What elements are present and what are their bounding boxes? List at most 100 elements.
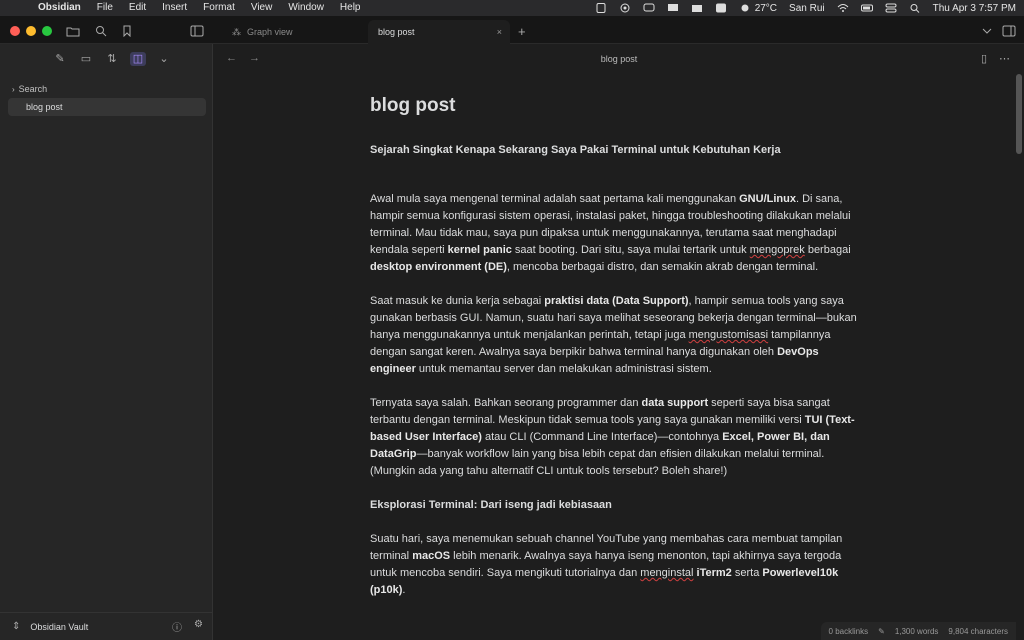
help-icon[interactable]: ⓘ <box>172 619 182 634</box>
misspelled-word: mengoprek <box>749 244 805 256</box>
bookmark-icon[interactable] <box>120 24 134 38</box>
menu-view[interactable]: View <box>243 0 281 16</box>
file-explorer-sidebar: ✎ ▭ ⇅ ◫ ⌄ › Search blog post ⇕ Obsidian … <box>0 44 213 640</box>
note-header-title[interactable]: blog post <box>214 54 1024 64</box>
sidebar-toolbar: ✎ ▭ ⇅ ◫ ⌄ <box>52 52 172 66</box>
app-menu[interactable]: Obsidian <box>30 0 89 16</box>
menu-edit[interactable]: Edit <box>121 0 154 16</box>
open-folder-icon[interactable] <box>66 24 80 37</box>
more-options-icon[interactable]: ⋯ <box>999 52 1010 65</box>
paragraph-3[interactable]: Ternyata saya salah. Bahkan seorang prog… <box>370 395 862 480</box>
tab-blog-post[interactable]: blog post × <box>368 20 510 44</box>
clock[interactable]: Thu Apr 3 7:57 PM <box>933 3 1016 14</box>
menubar-status-area: 27°C San Rui Thu Apr 3 7:57 PM <box>595 0 1016 16</box>
tab-label: Graph view <box>247 27 293 37</box>
note-title[interactable]: blog post <box>370 94 862 118</box>
macos-menubar: Obsidian File Edit Insert Format View Wi… <box>0 0 1024 16</box>
minimize-window-button[interactable] <box>26 26 36 36</box>
text-span: untuk memantau server dan melakukan admi… <box>415 363 712 375</box>
close-window-button[interactable] <box>10 26 20 36</box>
weather-icon[interactable] <box>739 3 751 13</box>
close-tab-icon[interactable]: × <box>497 27 502 37</box>
graph-icon: ⁂ <box>232 26 241 37</box>
bold-text: desktop environment (DE) <box>370 261 507 273</box>
note-subtitle[interactable]: Sejarah Singkat Kenapa Sekarang Saya Pak… <box>370 142 862 159</box>
misspelled-word: mengustomisasi <box>688 329 769 341</box>
paragraph-2[interactable]: Saat masuk ke dunia kerja sebagai prakti… <box>370 293 862 378</box>
tab-graph-view[interactable]: ⁂ Graph view <box>222 20 364 44</box>
menu-insert[interactable]: Insert <box>154 0 195 16</box>
new-note-icon[interactable]: ✎ <box>52 52 68 66</box>
tablet-icon[interactable] <box>595 3 607 13</box>
auto-reveal-icon[interactable]: ◫ <box>130 52 146 66</box>
bold-text: iTerm2 <box>696 567 732 579</box>
vault-switcher: ⇕ Obsidian Vault ⓘ ⚙ <box>0 612 213 640</box>
weather-temp[interactable]: 27°C <box>755 3 777 14</box>
backlinks-count[interactable]: 0 backlinks <box>829 627 869 636</box>
new-tab-button[interactable]: + <box>518 24 526 39</box>
tab-label: blog post <box>378 27 415 37</box>
paragraph-1[interactable]: Awal mula saya mengenal terminal adalah … <box>370 191 862 276</box>
menu-format[interactable]: Format <box>195 0 243 16</box>
control-center-icon[interactable] <box>885 3 897 13</box>
battery-icon[interactable] <box>860 3 873 13</box>
wifi-icon[interactable] <box>837 3 849 13</box>
bold-text: GNU/Linux <box>739 193 796 205</box>
menu-file[interactable]: File <box>89 0 121 16</box>
editor-header: ← → blog post ▯ ⋯ <box>214 44 1024 72</box>
sort-icon[interactable]: ⇅ <box>104 52 120 66</box>
spotlight-icon[interactable] <box>909 3 921 13</box>
vault-switch-icon[interactable]: ⇕ <box>12 621 20 632</box>
bold-text: praktisi data (Data Support) <box>544 295 689 307</box>
text-span: atau CLI (Command Line Interface)—contoh… <box>481 431 723 443</box>
bold-text: data support <box>641 397 709 409</box>
bold-text: macOS <box>412 550 451 562</box>
character-count: 9,804 characters <box>948 626 1008 636</box>
airdrop-icon[interactable] <box>619 3 631 13</box>
text-span: Saat masuk ke dunia kerja sebagai <box>370 295 545 307</box>
file-label: blog post <box>26 102 63 112</box>
settings-gear-icon[interactable]: ⚙ <box>194 619 203 634</box>
chevron-down-icon[interactable] <box>980 24 994 36</box>
file-tree: › Search blog post <box>8 80 206 116</box>
folder-label: Search <box>18 84 48 94</box>
display-icon[interactable] <box>667 3 679 13</box>
folder-icon[interactable] <box>691 3 703 13</box>
right-sidebar-toggle-icon[interactable] <box>1002 24 1016 37</box>
text-span: . <box>402 584 406 596</box>
folder-item[interactable]: › Search <box>8 80 206 98</box>
misspelled-word: menginstal <box>640 567 694 579</box>
search-icon[interactable] <box>94 24 108 37</box>
user-name[interactable]: San Rui <box>789 3 825 14</box>
menu-help[interactable]: Help <box>332 0 369 16</box>
text-span: Ternyata saya salah. Bahkan seorang prog… <box>370 397 642 409</box>
text-span: berbagai <box>804 244 851 256</box>
maximize-window-button[interactable] <box>42 26 52 36</box>
bold-text: kernel panic <box>447 244 512 256</box>
vault-buttons: ⓘ ⚙ <box>172 619 203 634</box>
chevron-right-icon: › <box>12 84 15 94</box>
traffic-lights <box>10 26 52 36</box>
file-item-blog-post[interactable]: blog post <box>8 98 206 116</box>
text-span: serta <box>731 567 763 579</box>
paragraph-4[interactable]: Suatu hari, saya menemukan sebuah channe… <box>370 531 862 599</box>
status-bar: 0 backlinks ✎ 1,300 words 9,804 characte… <box>820 622 1016 640</box>
editor-scrollbar[interactable] <box>1016 74 1022 154</box>
collapse-all-icon[interactable]: ⌄ <box>156 52 172 66</box>
text-span: —banyak workflow lain yang bisa lebih ce… <box>370 448 825 477</box>
text-span: , mencoba berbagai distro, dan semakin a… <box>506 261 819 273</box>
edit-icon[interactable]: ✎ <box>878 627 885 636</box>
reading-view-icon[interactable]: ▯ <box>981 52 987 65</box>
chat-icon[interactable] <box>643 3 655 13</box>
vault-name[interactable]: Obsidian Vault <box>30 622 88 632</box>
text-span: Awal mula saya mengenal terminal adalah … <box>370 193 740 205</box>
note-content[interactable]: blog post Sejarah Singkat Kenapa Sekaran… <box>370 94 862 616</box>
word-count: 1,300 words <box>894 626 939 636</box>
editor-actions: ▯ ⋯ <box>981 52 1010 65</box>
new-folder-icon[interactable]: ▭ <box>78 52 94 66</box>
sidebar-toggle-icon[interactable] <box>190 24 204 37</box>
section-heading[interactable]: Eksplorasi Terminal: Dari iseng jadi keb… <box>370 497 862 514</box>
editor-pane: ← → blog post ▯ ⋯ blog post Sejarah Sing… <box>214 44 1024 640</box>
menu-window[interactable]: Window <box>280 0 332 16</box>
line-app-icon[interactable] <box>715 3 727 13</box>
